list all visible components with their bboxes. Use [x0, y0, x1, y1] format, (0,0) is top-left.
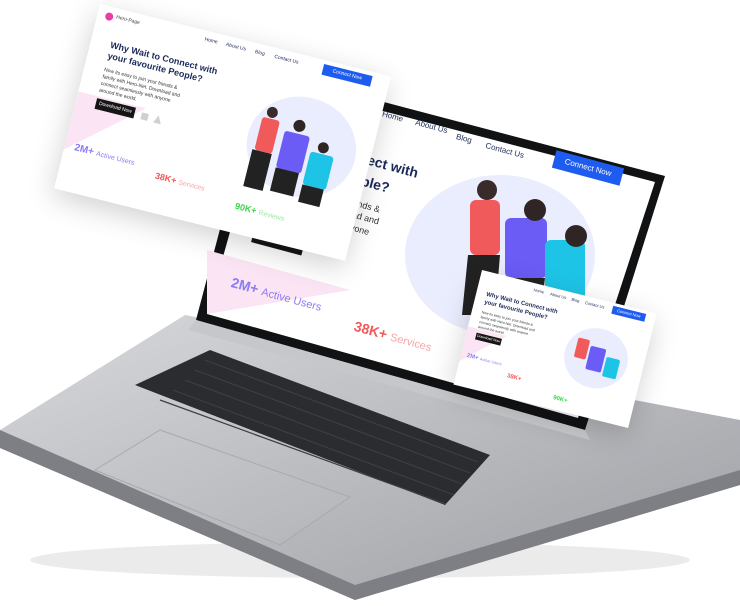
nav-home[interactable]: Home	[204, 36, 218, 45]
nav-about[interactable]: About Us	[225, 42, 246, 53]
nav-home-small[interactable]: Home	[533, 287, 545, 294]
logo-text: Hero-Page	[115, 14, 141, 27]
app-store-icon[interactable]	[152, 114, 163, 125]
reviews-stat: 90K+ Reviews	[234, 200, 285, 223]
reviews-stat-small: 90K+	[552, 395, 568, 405]
laptop-mockup: Home About Us Blog Contact Us Connect No…	[0, 0, 740, 606]
services-stat: 38K+ Services	[153, 170, 206, 193]
services-stat-small: 38K+	[506, 373, 522, 383]
nav-contact[interactable]: Contact Us	[274, 54, 299, 66]
windows-icon[interactable]	[140, 112, 149, 121]
nav-blog-small[interactable]: Blog	[571, 297, 580, 304]
logo-icon	[104, 11, 115, 22]
nav-contact-small[interactable]: Contact Us	[585, 300, 605, 310]
person-blue-legs	[298, 184, 324, 208]
nav-blog[interactable]: Blog	[254, 49, 265, 57]
nav-about-small[interactable]: About Us	[550, 291, 567, 300]
